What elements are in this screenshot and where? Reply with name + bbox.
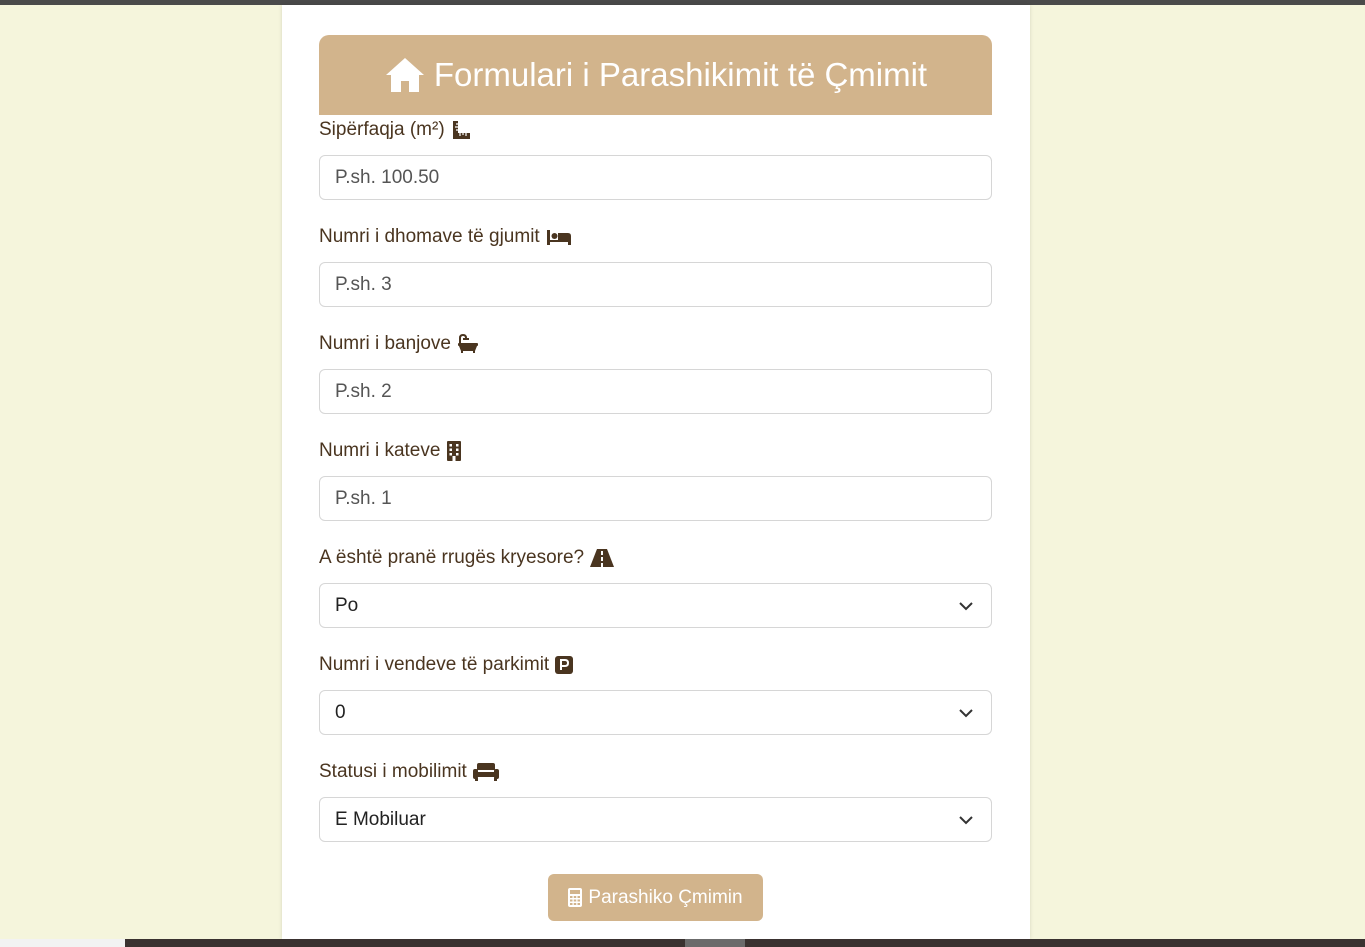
field-label: Statusi i mobilimit	[319, 760, 992, 784]
main-road-label: A është pranë rrugës kryesore?	[319, 547, 585, 568]
parking-value: 0	[335, 701, 346, 723]
parking-label: Numri i vendeve të parkimit	[319, 654, 550, 675]
taskbar	[0, 939, 1365, 947]
form-title: Formulari i Parashikimit të Çmimit	[433, 56, 928, 93]
floors-label: Numri i kateve	[319, 440, 441, 461]
bathrooms-input[interactable]: P.sh. 2	[319, 369, 992, 414]
bedrooms-label: Numri i dhomave të gjumit	[319, 226, 540, 247]
field-bathrooms: Numri i banjove P.sh. 2	[319, 332, 992, 414]
main-road-value: Po	[335, 594, 359, 616]
field-floors: Numri i kateve P.sh. 1	[319, 439, 992, 521]
parking-select[interactable]: 0	[319, 690, 992, 735]
building-icon	[447, 441, 462, 461]
furnishing-select[interactable]: E Mobiluar	[319, 797, 992, 842]
bed-icon	[546, 230, 571, 245]
field-bedrooms: Numri i dhomave të gjumit P.sh. 3	[319, 225, 992, 307]
chevron-down-icon	[959, 708, 973, 717]
main-road-select[interactable]: Po	[319, 583, 992, 628]
bathrooms-label: Numri i banjove	[319, 333, 451, 354]
field-label: Numri i kateve	[319, 439, 992, 463]
furnishing-value: E Mobiluar	[335, 808, 426, 830]
road-icon	[590, 549, 615, 567]
field-parking: Numri i vendeve të parkimit 0	[319, 653, 992, 735]
field-furnishing: Statusi i mobilimit E Mobiluar	[319, 760, 992, 842]
chevron-down-icon	[959, 815, 973, 824]
couch-icon	[472, 763, 499, 781]
bedrooms-input[interactable]: P.sh. 3	[319, 262, 992, 307]
field-label: Numri i vendeve të parkimit	[319, 653, 992, 677]
furnishing-label: Statusi i mobilimit	[319, 761, 467, 782]
predict-price-button[interactable]: Parashiko Çmimin	[548, 874, 763, 921]
bath-icon	[458, 334, 478, 353]
predict-price-label: Parashiko Çmimin	[588, 886, 743, 908]
form-header: Formulari i Parashikimit të Çmimit	[319, 35, 992, 115]
field-label: A është pranë rrugës kryesore?	[319, 546, 992, 570]
field-label: Numri i banjove	[319, 332, 992, 356]
chevron-down-icon	[959, 601, 973, 610]
ruler-icon	[452, 121, 470, 139]
field-label: Numri i dhomave të gjumit	[319, 225, 992, 249]
taskbar-segment	[0, 939, 125, 947]
home-icon	[385, 58, 424, 92]
field-area: Sipërfaqja (m²) P.sh. 100.50	[319, 118, 992, 200]
area-label: Sipërfaqja (m²)	[319, 119, 445, 140]
parking-icon	[555, 656, 574, 674]
calculator-icon	[568, 888, 583, 907]
taskbar-segment	[685, 939, 745, 947]
field-label: Sipërfaqja (m²)	[319, 118, 992, 142]
form-card: Formulari i Parashikimit të Çmimit Sipër…	[282, 5, 1030, 939]
floors-input[interactable]: P.sh. 1	[319, 476, 992, 521]
field-main-road: A është pranë rrugës kryesore? Po	[319, 546, 992, 628]
area-input[interactable]: P.sh. 100.50	[319, 155, 992, 200]
